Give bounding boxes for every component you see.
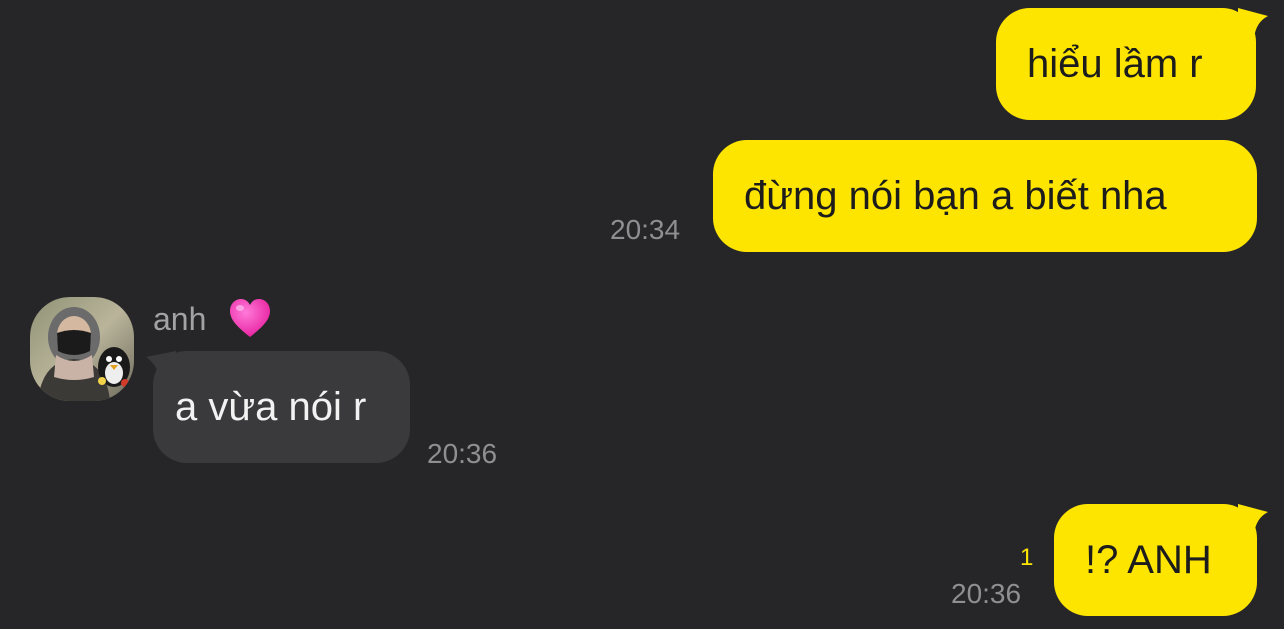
bubble-tail — [1238, 8, 1268, 38]
message-text: hiểu lầm r — [1027, 42, 1203, 86]
chat-conversation: hiểu lầm r đừng nói bạn a biết nha 20:34 — [0, 0, 1284, 629]
outgoing-message-bubble[interactable]: đừng nói bạn a biết nha — [713, 140, 1257, 252]
avatar[interactable] — [30, 297, 134, 401]
outgoing-message-bubble[interactable]: hiểu lầm r — [996, 8, 1256, 120]
bubble-tail — [1238, 504, 1268, 534]
pink-heart-icon — [230, 299, 270, 337]
message-timestamp: 20:36 — [951, 578, 1022, 609]
message-timestamp: 20:36 — [427, 438, 498, 469]
avatar-photo — [30, 297, 134, 401]
message-text: đừng nói bạn a biết nha — [744, 174, 1167, 218]
message-text: !? ANH — [1085, 538, 1212, 582]
bubble-tail — [146, 351, 176, 381]
unread-count: 1 — [1020, 544, 1034, 571]
sender-name: anh — [153, 301, 207, 337]
message-timestamp: 20:34 — [610, 214, 681, 245]
message-text: a vừa nói r — [175, 385, 367, 429]
incoming-message-bubble[interactable]: a vừa nói r — [153, 351, 410, 463]
outgoing-message-bubble[interactable]: !? ANH — [1054, 504, 1257, 616]
